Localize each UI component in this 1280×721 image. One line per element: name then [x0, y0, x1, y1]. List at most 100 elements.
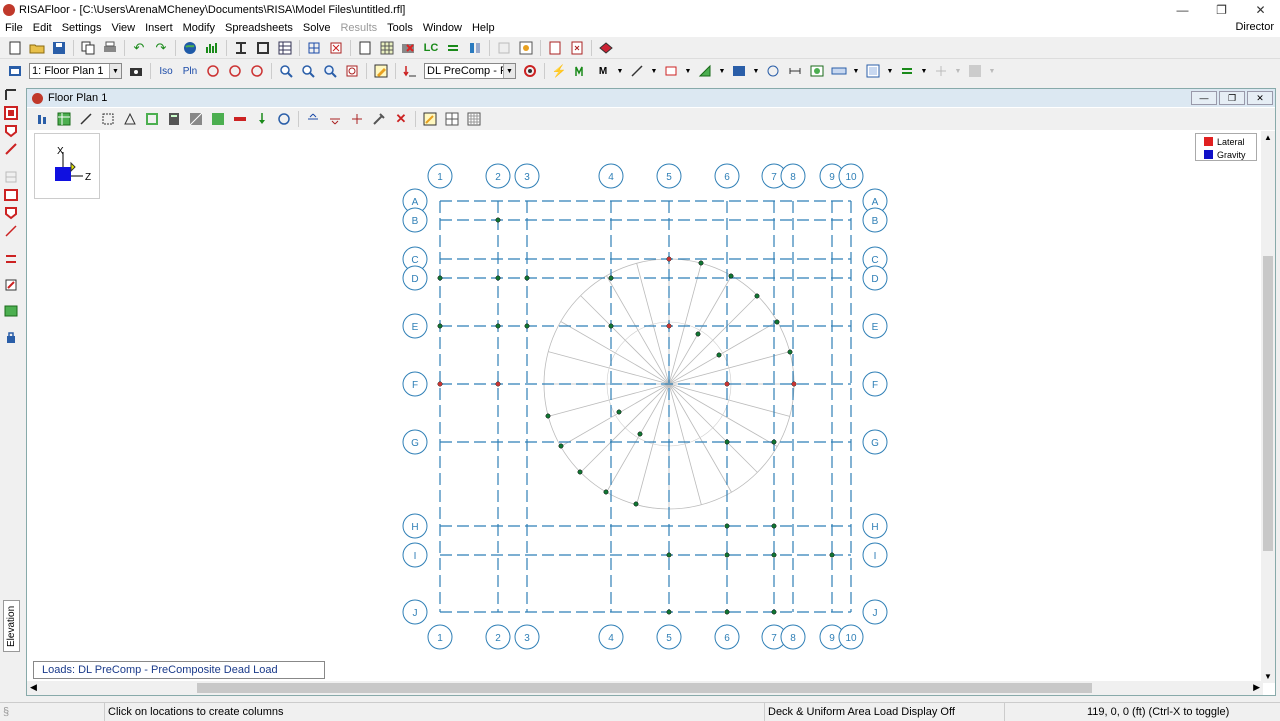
menu-settings[interactable]: Settings: [57, 22, 107, 34]
split-icon[interactable]: [348, 111, 366, 127]
column-marker[interactable]: [437, 323, 443, 329]
slab-display-icon[interactable]: [830, 63, 848, 79]
green-tool-icon[interactable]: [4, 304, 18, 318]
wall-display-icon[interactable]: [864, 63, 882, 79]
column-marker[interactable]: [754, 293, 760, 299]
column-marker[interactable]: [495, 275, 501, 281]
line-load-icon[interactable]: [4, 224, 18, 238]
green-square-icon[interactable]: [209, 111, 227, 127]
load-arrow-icon[interactable]: [401, 63, 419, 79]
column-marker[interactable]: [524, 275, 530, 281]
zoom-window-icon[interactable]: [321, 63, 339, 79]
dropdown-arrow-icon[interactable]: ▼: [718, 63, 726, 79]
globe-icon[interactable]: [181, 40, 199, 56]
stack-up-icon[interactable]: [304, 111, 322, 127]
print-icon[interactable]: [101, 40, 119, 56]
sub-close-button[interactable]: ✕: [1247, 91, 1273, 105]
menu-results[interactable]: Results: [335, 22, 382, 34]
plan-view-button[interactable]: Pln: [180, 63, 200, 79]
members-spreadsheet-icon[interactable]: [305, 40, 323, 56]
select-box-icon[interactable]: [99, 111, 117, 127]
dropdown-arrow-icon[interactable]: ▼: [616, 63, 624, 79]
vertical-scrollbar[interactable]: ▲ ▼: [1261, 131, 1275, 683]
zoom-out-icon[interactable]: [299, 63, 317, 79]
dropdown-arrow-icon[interactable]: ▼: [684, 63, 692, 79]
highlight-icon[interactable]: [421, 111, 439, 127]
detail-report-icon[interactable]: [517, 40, 535, 56]
column-marker[interactable]: [495, 217, 501, 223]
column-marker[interactable]: [829, 552, 835, 558]
solve-icon[interactable]: [400, 40, 418, 56]
column-marker[interactable]: [698, 260, 704, 266]
menu-solve[interactable]: Solve: [298, 22, 336, 34]
column-marker[interactable]: [608, 323, 614, 329]
column-marker[interactable]: [437, 275, 443, 281]
undo-icon[interactable]: ↶: [130, 40, 148, 56]
play-results-icon[interactable]: [572, 63, 590, 79]
close-button[interactable]: ✕: [1241, 0, 1280, 19]
dropdown-arrow-icon[interactable]: ▼: [852, 63, 860, 79]
scroll-down-icon[interactable]: ▼: [1264, 672, 1272, 681]
modify-tool-icon[interactable]: [4, 278, 18, 292]
edit-pencil-icon[interactable]: [372, 63, 390, 79]
save-icon[interactable]: [50, 40, 68, 56]
sub-minimize-button[interactable]: —: [1191, 91, 1217, 105]
menu-tools[interactable]: Tools: [382, 22, 418, 34]
column-marker[interactable]: [771, 609, 777, 615]
deck-tool-icon[interactable]: [4, 170, 18, 184]
tools-icon[interactable]: [370, 111, 388, 127]
lock-icon[interactable]: [4, 330, 18, 344]
deck-display-icon[interactable]: [898, 63, 916, 79]
risa-link-icon[interactable]: [597, 40, 615, 56]
column-marker[interactable]: [728, 273, 734, 279]
column-marker[interactable]: [558, 443, 564, 449]
label-icon[interactable]: [764, 63, 782, 79]
menu-help[interactable]: Help: [467, 22, 500, 34]
copy-icon[interactable]: [79, 40, 97, 56]
model-grid-icon[interactable]: [203, 40, 221, 56]
menu-edit[interactable]: Edit: [28, 22, 57, 34]
dimension-icon[interactable]: [786, 63, 804, 79]
horizontal-scrollbar[interactable]: ◀ ▶: [27, 681, 1263, 695]
scroll-right-icon[interactable]: ▶: [1253, 682, 1260, 693]
dropdown-arrow-icon[interactable]: ▼: [886, 63, 894, 79]
drawing-canvas[interactable]: 1 1 2 2 3 3 4 4 5 5 6 6 7 7 8 8 9 9 10 10 A A B B C C D D E E F F G G H H I I…: [27, 131, 1263, 683]
rotate-y-icon[interactable]: [226, 63, 244, 79]
red-load-icon[interactable]: [231, 111, 249, 127]
iso-view-button[interactable]: Iso: [156, 63, 176, 79]
column-tool-icon[interactable]: [4, 106, 18, 120]
open-folder-icon[interactable]: [28, 40, 46, 56]
zoom-in-icon[interactable]: [277, 63, 295, 79]
polygon-icon[interactable]: [121, 111, 139, 127]
floor-select[interactable]: 1: Floor Plan 1 ▼: [29, 63, 122, 79]
rotate-z-icon[interactable]: [248, 63, 266, 79]
export-icon[interactable]: [546, 40, 564, 56]
rotate-view-icon[interactable]: [275, 111, 293, 127]
green-grid-icon[interactable]: [55, 111, 73, 127]
calculator-icon[interactable]: [165, 111, 183, 127]
fine-grid-icon[interactable]: [465, 111, 483, 127]
column-marker[interactable]: [633, 501, 639, 507]
column-marker[interactable]: [666, 609, 672, 615]
member-info-icon[interactable]: [33, 111, 51, 127]
delete-spreadsheet-icon[interactable]: [327, 40, 345, 56]
dropdown-arrow-icon[interactable]: ▼: [650, 63, 658, 79]
column-marker[interactable]: [724, 439, 730, 445]
wall-tool-icon[interactable]: [4, 124, 18, 138]
lateral-column-marker[interactable]: [725, 382, 729, 386]
column-marker[interactable]: [577, 469, 583, 475]
lightning-icon[interactable]: ⚡: [550, 63, 568, 79]
column-marker[interactable]: [787, 349, 793, 355]
horizontal-scroll-thumb[interactable]: [197, 683, 1092, 693]
column-marker[interactable]: [716, 352, 722, 358]
load-case-select[interactable]: DL PreComp - Pr ▼: [424, 63, 516, 79]
beam-tool-icon[interactable]: [4, 88, 18, 102]
menu-view[interactable]: View: [106, 22, 140, 34]
swap-tool-icon[interactable]: [4, 252, 18, 266]
column-marker[interactable]: [608, 275, 614, 281]
lateral-column-marker[interactable]: [667, 257, 671, 261]
lateral-column-marker[interactable]: [792, 382, 796, 386]
scroll-left-icon[interactable]: ◀: [30, 682, 37, 693]
redo-icon[interactable]: ↷: [152, 40, 170, 56]
column-marker[interactable]: [637, 431, 643, 437]
